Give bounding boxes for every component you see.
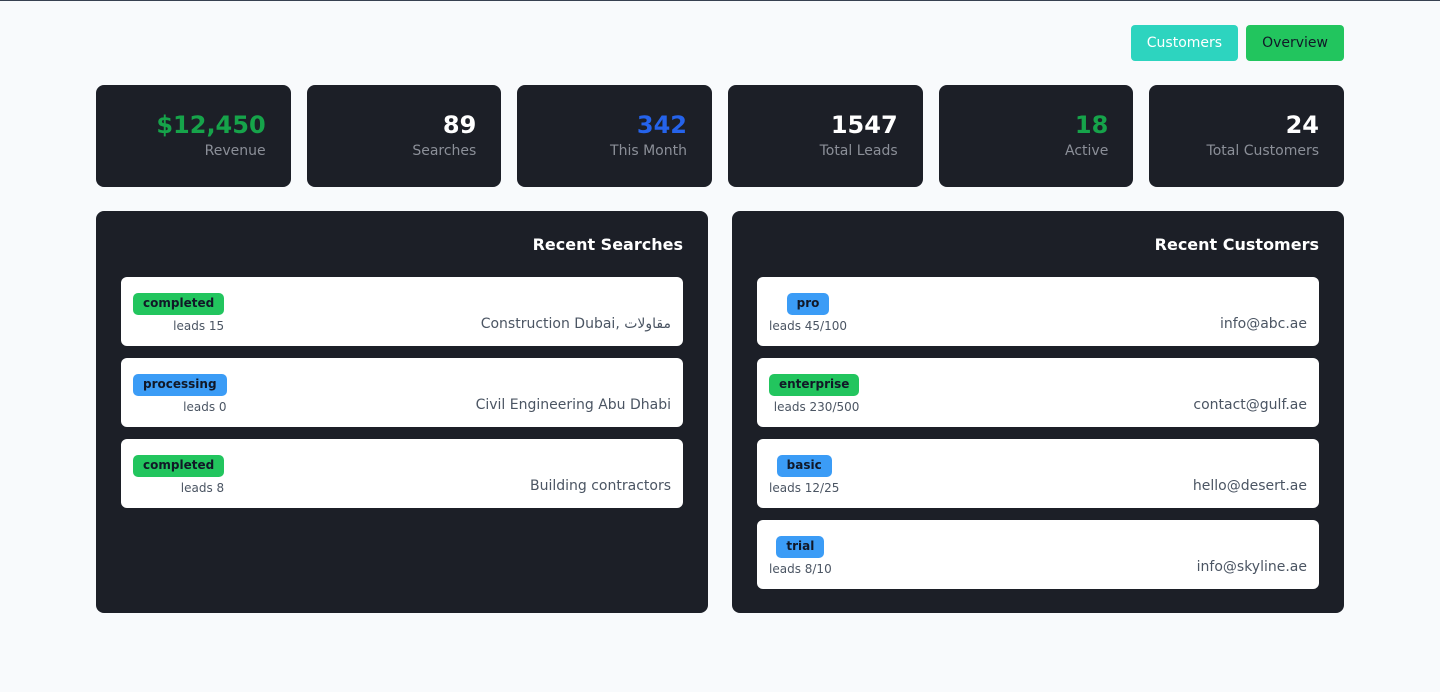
customers-button[interactable]: Customers [1130, 25, 1239, 61]
plan-badge: pro [786, 293, 830, 315]
stat-value: 24 [1285, 111, 1319, 139]
stat-label: Active [1065, 143, 1109, 159]
panel-title: Recent Searches [532, 235, 683, 254]
stat-value: 18 [1074, 111, 1109, 139]
stat-card-total-leads: 1547 Total Leads [728, 85, 923, 187]
customer-row[interactable]: basic leads 12/25 hello@desert.ae [757, 439, 1319, 508]
search-query: Building contractors [529, 478, 671, 494]
plan-badge: enterprise [769, 374, 860, 396]
stat-label: Searches [412, 143, 477, 159]
search-row[interactable]: completed leads 15 Construction Dubai, م… [121, 277, 683, 346]
recent-searches-panel: Recent Searches completed leads 15 Const… [96, 211, 708, 613]
plan-badge: basic [776, 455, 832, 477]
stat-card-revenue: $12,450 Revenue [96, 85, 291, 187]
status-badge: completed [133, 293, 225, 315]
customer-email: info@skyline.ae [1196, 559, 1307, 575]
status-badge: completed [133, 455, 225, 477]
top-nav: Customers Overview [1130, 25, 1344, 61]
customer-row[interactable]: pro leads 45/100 info@abc.ae [757, 277, 1319, 346]
search-meta: completed leads 15 [133, 293, 225, 334]
stat-card-this-month: 342 This Month [517, 85, 712, 187]
stats-row: $12,450 Revenue 89 Searches 342 This Mon… [96, 85, 1344, 187]
stat-label: Total Customers [1206, 143, 1319, 159]
stat-card-active: 18 Active [938, 85, 1134, 187]
customer-email: hello@desert.ae [1192, 478, 1307, 494]
customer-row[interactable]: enterprise leads 230/500 contact@gulf.ae [757, 358, 1319, 427]
stat-card-total-customers: 24 Total Customers [1149, 85, 1344, 187]
search-row[interactable]: processing leads 0 Civil Engineering Abu… [121, 358, 683, 427]
plan-badge: trial [776, 536, 825, 558]
stat-card-searches: 89 Searches [306, 85, 502, 187]
stat-value: 342 [636, 111, 687, 139]
recent-customers-panel: Recent Customers pro leads 45/100 info@a… [732, 211, 1344, 613]
leads-usage: leads 230/500 [773, 400, 860, 414]
search-meta: completed leads 8 [133, 455, 225, 496]
leads-usage: leads 8/10 [769, 562, 832, 576]
stat-value: 1547 [830, 111, 898, 139]
panels-row: Recent Searches completed leads 15 Const… [96, 211, 1344, 613]
customer-meta: trial leads 8/10 [769, 536, 832, 577]
customer-meta: pro leads 45/100 [769, 293, 847, 334]
leads-usage: leads 45/100 [769, 319, 847, 333]
stat-label: Revenue [204, 143, 266, 159]
customer-email: info@abc.ae [1219, 316, 1307, 332]
customer-meta: enterprise leads 230/500 [769, 374, 860, 415]
status-badge: processing [133, 374, 227, 396]
leads-count: leads 15 [173, 319, 225, 333]
stat-label: This Month [610, 143, 687, 159]
leads-count: leads 8 [180, 481, 225, 495]
stat-value: 89 [442, 111, 477, 139]
search-row[interactable]: completed leads 8 Building contractors [121, 439, 683, 508]
customer-meta: basic leads 12/25 [769, 455, 839, 496]
stat-value: $12,450 [156, 111, 266, 139]
search-query: Construction Dubai, مقاولات [480, 316, 671, 332]
overview-button[interactable]: Overview [1246, 25, 1344, 61]
customer-row[interactable]: trial leads 8/10 info@skyline.ae [757, 520, 1319, 589]
panel-title: Recent Customers [1154, 235, 1319, 254]
search-meta: processing leads 0 [133, 374, 227, 415]
leads-usage: leads 12/25 [769, 481, 840, 495]
leads-count: leads 0 [183, 400, 227, 414]
customer-email: contact@gulf.ae [1193, 397, 1307, 413]
search-query: Civil Engineering Abu Dhabi [475, 397, 671, 413]
stat-label: Total Leads [819, 143, 898, 159]
